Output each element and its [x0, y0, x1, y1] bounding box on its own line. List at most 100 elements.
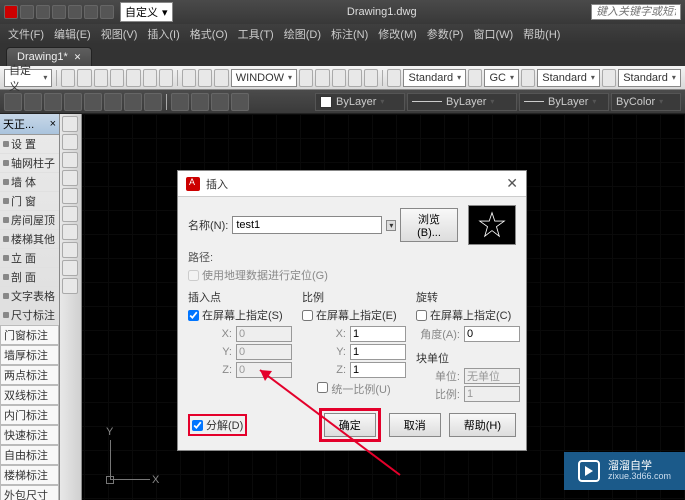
menu-window[interactable]: 窗口(W) [469, 24, 517, 44]
tool-icon[interactable] [332, 69, 346, 87]
menu-view[interactable]: 视图(V) [97, 24, 142, 44]
tool-icon[interactable] [110, 69, 124, 87]
draw-tool-icon[interactable] [62, 116, 78, 132]
open-icon[interactable] [36, 5, 50, 19]
menu-param[interactable]: 参数(P) [423, 24, 468, 44]
tool-icon[interactable] [387, 69, 401, 87]
layer-icon[interactable] [144, 93, 162, 111]
app-menu-icon[interactable] [4, 5, 18, 19]
list-item[interactable]: 立 面 [0, 249, 59, 268]
explode-checkbox[interactable] [192, 420, 203, 431]
list-item[interactable]: 楼梯标注 [0, 465, 59, 485]
undo-icon[interactable] [68, 5, 82, 19]
layer-icon[interactable] [84, 93, 102, 111]
combo-gc[interactable]: GC▾ [484, 69, 519, 87]
list-item[interactable]: 门窗标注 [0, 325, 59, 345]
onscreen-checkbox[interactable] [416, 310, 427, 321]
draw-tool-icon[interactable] [62, 206, 78, 222]
menu-format[interactable]: 格式(O) [186, 24, 232, 44]
draw-tool-icon[interactable] [62, 134, 78, 150]
print-icon[interactable] [100, 5, 114, 19]
tool-icon[interactable] [364, 69, 378, 87]
save-icon[interactable] [52, 5, 66, 19]
close-icon[interactable]: × [50, 118, 56, 130]
draw-tool-icon[interactable] [62, 170, 78, 186]
tool-icon[interactable] [77, 69, 91, 87]
layer-icon[interactable] [211, 93, 229, 111]
list-item[interactable]: 房间屋顶 [0, 211, 59, 230]
tool-icon[interactable] [126, 69, 140, 87]
list-item[interactable]: 文字表格 [0, 287, 59, 306]
tool-icon[interactable] [94, 69, 108, 87]
browse-button[interactable]: 浏览(B)... [400, 208, 457, 242]
draw-tool-icon[interactable] [62, 242, 78, 258]
name-input[interactable] [232, 216, 382, 234]
list-item[interactable]: 墙 体 [0, 173, 59, 192]
tool-icon[interactable] [348, 69, 362, 87]
draw-tool-icon[interactable] [62, 224, 78, 240]
menu-dimension[interactable]: 标注(N) [327, 24, 372, 44]
tool-icon[interactable] [143, 69, 157, 87]
new-icon[interactable] [20, 5, 34, 19]
chevron-down-icon[interactable]: ▾ [386, 220, 396, 231]
tool-icon[interactable] [159, 69, 173, 87]
layer-icon[interactable] [231, 93, 249, 111]
draw-tool-icon[interactable] [62, 278, 78, 294]
layer-icon[interactable] [44, 93, 62, 111]
menu-help[interactable]: 帮助(H) [519, 24, 564, 44]
list-item[interactable]: 双线标注 [0, 385, 59, 405]
menu-file[interactable]: 文件(F) [4, 24, 48, 44]
combo-linetype[interactable]: ByLayer▾ [407, 93, 517, 111]
ok-button[interactable]: 确定 [324, 413, 376, 437]
list-item[interactable]: 两点标注 [0, 365, 59, 385]
dialog-titlebar[interactable]: 插入 ✕ [178, 171, 526, 197]
combo-dimstyle[interactable]: Standard▾ [537, 69, 600, 87]
uniform-checkbox[interactable] [317, 382, 328, 393]
layer-icon[interactable] [124, 93, 142, 111]
cancel-button[interactable]: 取消 [389, 413, 441, 437]
scale-y-input[interactable] [350, 344, 406, 360]
combo-textstyle[interactable]: Standard▾ [403, 69, 466, 87]
scale-z-input[interactable] [350, 362, 406, 378]
list-item[interactable]: 外包尺寸 [0, 485, 59, 500]
draw-tool-icon[interactable] [62, 260, 78, 276]
combo-color[interactable]: ByLayer▾ [315, 93, 405, 111]
palette-title[interactable]: 天正...× [0, 114, 59, 135]
list-item[interactable]: 楼梯其他 [0, 230, 59, 249]
list-item[interactable]: 快速标注 [0, 425, 59, 445]
list-item[interactable]: 剖 面 [0, 268, 59, 287]
combo-tablestyle[interactable]: Standard▾ [618, 69, 681, 87]
redo-icon[interactable] [84, 5, 98, 19]
list-item[interactable]: 轴网柱子 [0, 154, 59, 173]
tool-icon[interactable] [214, 69, 228, 87]
combo-plotstyle[interactable]: ByColor▾ [611, 93, 681, 111]
menu-draw[interactable]: 绘图(D) [280, 24, 325, 44]
onscreen-checkbox[interactable] [302, 310, 313, 321]
menu-tools[interactable]: 工具(T) [234, 24, 278, 44]
tool-icon[interactable] [198, 69, 212, 87]
layer-icon[interactable] [64, 93, 82, 111]
tool-icon[interactable] [61, 69, 75, 87]
angle-input[interactable] [464, 326, 520, 342]
list-item[interactable]: 设 置 [0, 135, 59, 154]
close-icon[interactable]: ✕ [506, 175, 518, 192]
tool-icon[interactable] [468, 69, 482, 87]
help-button[interactable]: 帮助(H) [449, 413, 516, 437]
layer-icon[interactable] [24, 93, 42, 111]
list-item[interactable]: 自由标注 [0, 445, 59, 465]
combo-lineweight[interactable]: ByLayer▾ [519, 93, 609, 111]
combo-window[interactable]: WINDOW▾ [231, 69, 297, 87]
menu-insert[interactable]: 插入(I) [143, 24, 183, 44]
tab-close-icon[interactable]: ✕ [74, 52, 82, 63]
draw-tool-icon[interactable] [62, 188, 78, 204]
layer-icon[interactable] [4, 93, 22, 111]
tool-icon[interactable] [521, 69, 535, 87]
tool-icon[interactable] [182, 69, 196, 87]
menu-modify[interactable]: 修改(M) [374, 24, 421, 44]
draw-tool-icon[interactable] [62, 152, 78, 168]
menu-edit[interactable]: 编辑(E) [50, 24, 95, 44]
layer-icon[interactable] [171, 93, 189, 111]
tool-icon[interactable] [602, 69, 616, 87]
layer-icon[interactable] [104, 93, 122, 111]
help-search-input[interactable] [591, 4, 681, 20]
